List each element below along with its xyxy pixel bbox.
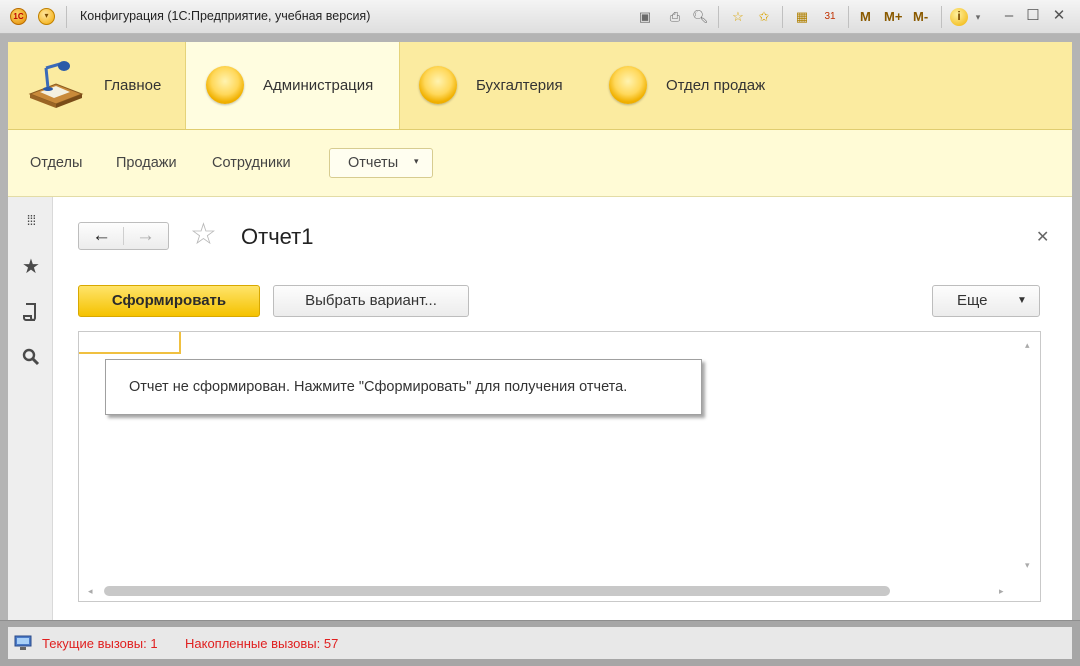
sections-panel: Главное Администрация Бухгалтерия Отдел …	[8, 42, 1072, 130]
scroll-right-icon[interactable]: ▸	[999, 586, 1004, 597]
window-frame	[1072, 34, 1080, 620]
window-frame	[0, 34, 8, 620]
calendar-icon[interactable]: 31	[822, 9, 838, 25]
save-icon[interactable]: ▣	[637, 9, 653, 25]
history-nav-buttons: ← →	[78, 222, 169, 250]
desk-lamp-icon	[28, 61, 84, 108]
section-circle-icon	[609, 66, 647, 104]
nav-item-departments[interactable]: Отделы	[30, 155, 82, 171]
window-title: Конфигурация (1С:Предприятие, учебная ве…	[80, 9, 371, 23]
1c-logo-icon[interactable]: 1С	[10, 8, 27, 25]
close-icon[interactable]: ✕	[1050, 7, 1068, 25]
minimize-icon[interactable]: –	[1000, 7, 1018, 25]
memory-minus-button[interactable]: M-	[913, 9, 928, 24]
main-menu-icon[interactable]: ▾	[38, 8, 55, 25]
left-panel: ⁞⁞⁞ ★	[8, 197, 53, 620]
section-main[interactable]: Главное	[8, 42, 184, 129]
selected-cell[interactable]	[79, 332, 181, 354]
scroll-down-icon[interactable]: ▾	[1025, 560, 1030, 571]
search-icon[interactable]	[20, 348, 42, 370]
divider	[718, 6, 719, 28]
close-form-icon[interactable]: ✕	[1036, 227, 1049, 247]
more-label: Еще	[957, 292, 988, 309]
chevron-down-icon: ▼	[1017, 295, 1027, 306]
select-variant-button[interactable]: Выбрать вариант...	[273, 285, 469, 317]
all-functions-icon[interactable]: ⁞⁞⁞	[20, 209, 42, 231]
chevron-down-icon: ▾	[414, 156, 419, 166]
section-circle-icon	[419, 66, 457, 104]
scroll-left-icon[interactable]: ◂	[88, 586, 93, 597]
more-button[interactable]: Еще ▼	[932, 285, 1040, 317]
print-icon[interactable]: ⎙	[667, 9, 683, 25]
memory-button[interactable]: M	[860, 9, 871, 24]
back-button[interactable]: ←	[92, 226, 111, 246]
report-form: ← → ☆ Отчет1 ✕ Сформировать Выбрать вари…	[53, 197, 1072, 620]
info-icon[interactable]: i	[950, 8, 968, 26]
add-favorite-icon[interactable]: ☆	[730, 9, 746, 25]
memory-plus-button[interactable]: M+	[884, 9, 902, 24]
divider	[123, 227, 124, 245]
performance-monitor-icon[interactable]	[14, 635, 32, 651]
navigation-bar: Отделы Продажи Сотрудники Отчеты ▾	[8, 130, 1072, 197]
reports-dropdown-button[interactable]: Отчеты ▾	[329, 148, 433, 178]
section-administration[interactable]: Администрация	[185, 42, 400, 129]
maximize-icon[interactable]: ☐	[1024, 7, 1042, 25]
section-sales[interactable]: Отдел продаж	[592, 42, 812, 129]
preview-icon[interactable]: 🔍︎	[692, 9, 709, 25]
section-accounting[interactable]: Бухгалтерия	[401, 42, 591, 129]
report-spreadsheet[interactable]: Отчет не сформирован. Нажмите "Сформиров…	[78, 331, 1041, 602]
calculator-icon[interactable]: ▦	[794, 9, 810, 25]
history-icon[interactable]	[20, 302, 42, 324]
accumulated-calls: Накопленные вызовы: 57	[185, 636, 339, 651]
generate-button[interactable]: Сформировать	[78, 285, 260, 317]
divider	[848, 6, 849, 28]
current-calls: Текущие вызовы: 1	[42, 636, 158, 651]
report-not-generated-message: Отчет не сформирован. Нажмите "Сформиров…	[105, 359, 702, 415]
divider	[782, 6, 783, 28]
title-bar: 1С ▾ Конфигурация (1С:Предприятие, учебн…	[0, 0, 1080, 34]
section-circle-icon	[206, 66, 244, 104]
window-frame	[0, 34, 1080, 42]
divider	[66, 6, 67, 28]
favorites-star-icon[interactable]: ★	[20, 256, 42, 278]
divider	[941, 6, 942, 28]
section-label: Отдел продаж	[666, 77, 766, 94]
nav-item-employees[interactable]: Сотрудники	[212, 155, 291, 171]
nav-item-sales[interactable]: Продажи	[116, 155, 177, 171]
forward-button[interactable]: →	[136, 226, 155, 246]
favorites-icon[interactable]: ✩	[756, 9, 772, 25]
reports-label: Отчеты	[348, 155, 399, 171]
section-label: Администрация	[263, 77, 374, 94]
favorite-star-icon[interactable]: ☆	[190, 220, 217, 250]
page-title: Отчет1	[241, 224, 314, 249]
horizontal-scrollbar[interactable]	[104, 586, 890, 596]
scroll-up-icon[interactable]: ▴	[1025, 340, 1030, 351]
section-label: Главное	[104, 77, 162, 94]
status-bar: Текущие вызовы: 1 Накопленные вызовы: 57	[0, 620, 1080, 666]
section-label: Бухгалтерия	[476, 77, 563, 94]
status-panel: Текущие вызовы: 1 Накопленные вызовы: 57	[8, 627, 1072, 659]
chevron-down-icon[interactable]: ▾	[970, 9, 986, 25]
